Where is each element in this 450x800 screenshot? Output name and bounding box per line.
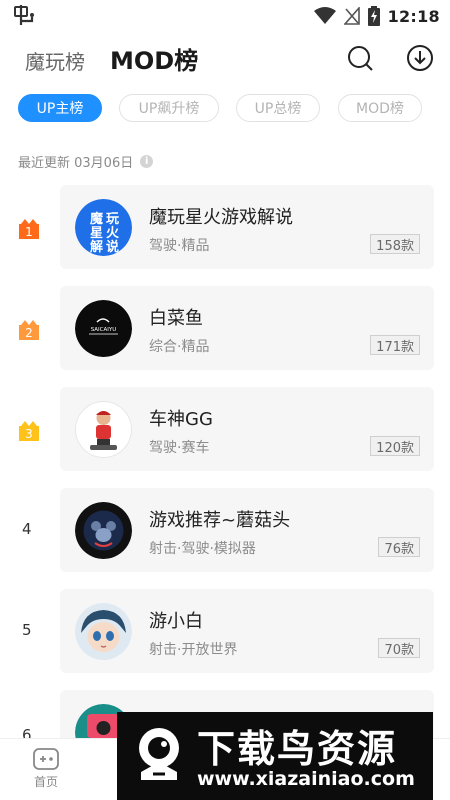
mod-count-badge: 158款 (370, 234, 420, 254)
creator-name: 白菜鱼 (149, 308, 203, 329)
nav-home[interactable]: 首页 (26, 747, 66, 790)
rank-badge-icon: 2 (19, 320, 39, 340)
last-updated: 最近更新 03月06日 i (18, 152, 154, 171)
creator-tags: 射击·开放世界 (149, 642, 238, 658)
status-bar: 12:18 (0, 0, 450, 32)
last-updated-text: 最近更新 03月06日 (18, 156, 134, 171)
creator-tags: 综合·精品 (149, 339, 210, 355)
svg-text:SAICAIYU: SAICAIYU (91, 327, 117, 333)
rank-number: 4 (22, 520, 32, 538)
ranking-row[interactable]: 3 车神GG 驾驶·赛车 120款 (0, 387, 450, 473)
rank-badge-icon: 3 (19, 421, 39, 441)
svg-text:说: 说 (106, 239, 119, 255)
status-time: 12:18 (387, 6, 440, 26)
bird-logo-icon (139, 728, 179, 780)
svg-text:玩: 玩 (106, 212, 119, 227)
avatar (75, 502, 132, 559)
ranking-row[interactable]: 5 游小白 射击·开放世界 70款 (0, 589, 450, 675)
avatar: SAICAIYU (75, 300, 132, 357)
creator-name: 游戏推荐~蘑菇头 (149, 510, 291, 531)
creator-name: 游小白 (149, 611, 203, 632)
app-notification-icon (14, 5, 34, 25)
ranking-row[interactable]: 4 游戏推荐~蘑菇头 射击·驾驶·模拟器 76款 (0, 488, 450, 574)
rank-number: 3 (25, 427, 33, 441)
ranking-card[interactable]: 游戏推荐~蘑菇头 射击·驾驶·模拟器 76款 (60, 488, 434, 572)
ranking-card[interactable]: 游小白 射击·开放世界 70款 (60, 589, 434, 673)
tab-mowan-ranking[interactable]: 魔玩榜 (25, 46, 85, 75)
tab-mod-ranking[interactable]: MOD榜 (110, 41, 198, 76)
avatar (75, 401, 132, 458)
ranking-row[interactable]: 2 SAICAIYU 白菜鱼 综合·精品 171款 (0, 286, 450, 372)
nav-home-label: 首页 (33, 775, 58, 789)
ranking-card[interactable]: 车神GG 驾驶·赛车 120款 (60, 387, 434, 471)
watermark-url: www.xiazainiao.com (197, 768, 415, 790)
ranking-card[interactable]: SAICAIYU 白菜鱼 综合·精品 171款 (60, 286, 434, 370)
wifi-icon (313, 7, 336, 24)
mod-count-badge: 70款 (378, 638, 420, 658)
info-icon[interactable]: i (140, 155, 154, 168)
creator-tags: 射击·驾驶·模拟器 (149, 541, 256, 557)
no-signal-icon (343, 7, 360, 25)
chip-up-ranking[interactable]: UP主榜 (18, 94, 102, 122)
search-icon[interactable] (346, 44, 374, 72)
svg-text:火: 火 (106, 226, 120, 241)
chip-up-total-ranking[interactable]: UP总榜 (236, 94, 320, 122)
download-icon[interactable] (406, 44, 434, 72)
creator-tags: 驾驶·精品 (149, 238, 210, 254)
battery-charging-icon (367, 6, 380, 26)
chip-up-rising-ranking[interactable]: UP飙升榜 (119, 94, 219, 122)
mod-count-badge: 120款 (370, 436, 420, 456)
creator-tags: 驾驶·赛车 (149, 440, 210, 456)
rank-number: 1 (25, 225, 33, 239)
svg-text:星: 星 (90, 226, 103, 241)
header: 魔玩榜 MOD榜 (0, 36, 450, 80)
svg-text:解: 解 (89, 239, 103, 255)
rank-number: 2 (25, 326, 33, 340)
rank-number: 5 (22, 621, 32, 639)
watermark-banner: 下载鸟资源 www.xiazainiao.com (117, 712, 433, 800)
mod-count-badge: 171款 (370, 335, 420, 355)
svg-text:魔: 魔 (90, 211, 103, 227)
ranking-row[interactable]: 1 魔 玩 星 火 解 说 魔玩星火游戏解说 驾驶·精品 158款 (0, 185, 450, 271)
avatar: 魔 玩 星 火 解 说 (75, 199, 132, 256)
gamepad-icon (33, 748, 59, 770)
avatar (75, 603, 132, 660)
ranking-card[interactable]: 魔 玩 星 火 解 说 魔玩星火游戏解说 驾驶·精品 158款 (60, 185, 434, 269)
creator-name: 车神GG (149, 409, 213, 430)
rank-badge-icon: 1 (19, 219, 39, 239)
ranking-filter-chips: UP主榜 UP飙升榜 UP总榜 MOD榜 (18, 94, 438, 124)
watermark-title: 下载鸟资源 (197, 727, 398, 771)
creator-name: 魔玩星火游戏解说 (149, 207, 293, 228)
mod-count-badge: 76款 (378, 537, 420, 557)
chip-mod-ranking[interactable]: MOD榜 (338, 94, 422, 122)
